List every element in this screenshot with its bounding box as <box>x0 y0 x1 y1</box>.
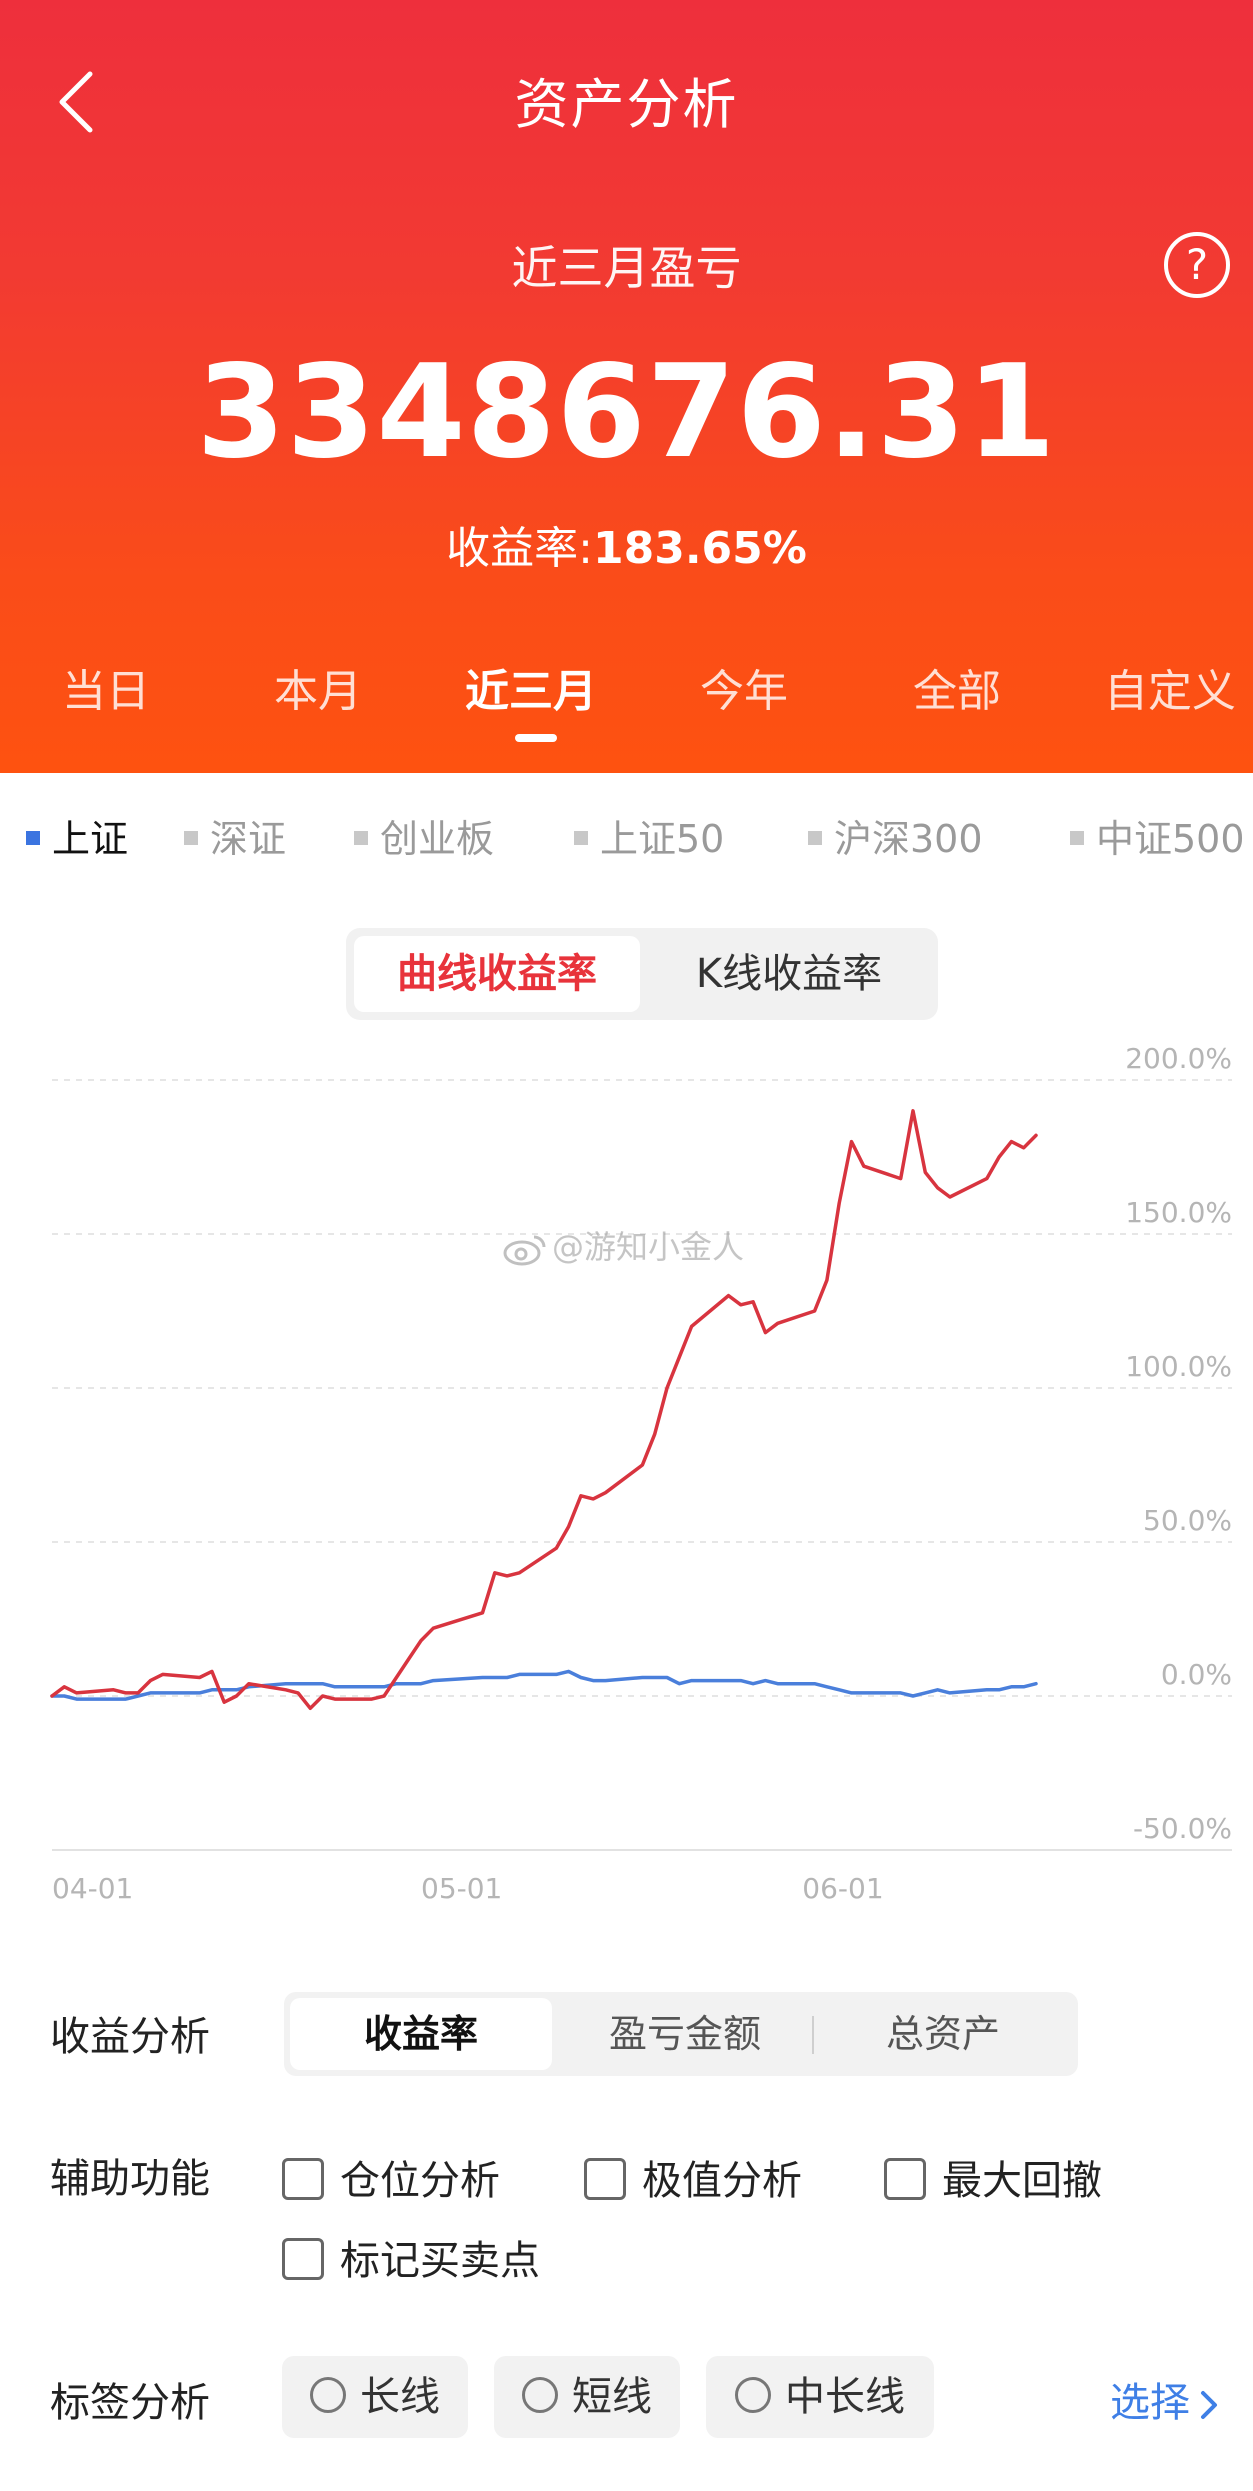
watermark-text: @游知小金人 <box>552 1228 745 1266</box>
x-tick-label: 05-01 <box>421 1872 502 1905</box>
pnl-value: 3348676.31 <box>196 338 1057 487</box>
tags-label: 标签分析 <box>50 2380 210 2426</box>
tag-label: 短线 <box>572 2374 652 2420</box>
legend-swatch <box>808 830 822 845</box>
index-label: 深证 <box>210 817 287 861</box>
portfolio-return-line <box>50 1109 1038 1711</box>
analysis-option-pnl[interactable]: 盈亏金额 <box>556 1998 814 2070</box>
tag-long-term[interactable]: 长线 <box>282 2356 468 2438</box>
return-chart: 200.0% 150.0% 100.0% 50.0% 0.0% -50.0% 04-01 05… <box>0 1030 1253 1940</box>
analysis-label: 收益分析 <box>50 2014 210 2060</box>
checkbox-icon <box>884 2158 926 2200</box>
period-label: 近三月盈亏 <box>511 241 742 295</box>
weibo-icon <box>503 1235 546 1266</box>
return-value: 183.65% <box>592 523 807 574</box>
index-chinext[interactable]: 创业板 <box>354 808 494 863</box>
legend-swatch <box>1070 830 1084 845</box>
tab-this-month[interactable]: 本月 <box>228 655 408 719</box>
index-label: 上证50 <box>600 817 725 861</box>
return-chart-svg: 200.0% 150.0% 100.0% 50.0% 0.0% -50.0% 04-01 05… <box>50 1042 1232 1905</box>
checkbox-position-analysis[interactable]: 仓位分析 <box>282 2148 500 2204</box>
checkbox-trade-marks[interactable]: 标记买卖点 <box>282 2228 540 2284</box>
checkbox-label: 最大回撤 <box>942 2158 1102 2204</box>
legend-swatch <box>26 830 40 845</box>
index-shenzhen[interactable]: 深证 <box>184 808 286 863</box>
y-tick-label: 150.0% <box>1125 1196 1232 1229</box>
tab-today[interactable]: 当日 <box>16 655 196 719</box>
page-title: 资产分析 <box>514 73 739 136</box>
index-label: 中证500 <box>1096 817 1245 861</box>
divider <box>812 2016 814 2054</box>
aux-label: 辅助功能 <box>50 2156 210 2202</box>
return-label: 收益率: <box>446 523 593 574</box>
checkbox-icon <box>282 2238 324 2280</box>
y-tick-label: 100.0% <box>1125 1350 1232 1383</box>
index-label: 创业板 <box>380 817 495 861</box>
checkbox-icon <box>584 2158 626 2200</box>
analysis-toggle: 收益率 盈亏金额 总资产 <box>284 1992 1078 2076</box>
y-tick-label: 50.0% <box>1143 1504 1232 1537</box>
legend-swatch <box>184 830 198 845</box>
index-csi500[interactable]: 中证500 <box>1070 808 1245 863</box>
y-tick-label: 0.0% <box>1161 1658 1232 1691</box>
x-tick-label: 06-01 <box>802 1872 883 1905</box>
chart-mode-toggle: 曲线收益率 K线收益率 <box>346 928 938 1020</box>
legend-swatch <box>574 830 588 845</box>
checkbox-extreme-analysis[interactable]: 极值分析 <box>584 2148 802 2204</box>
checkbox-icon <box>282 2158 324 2200</box>
checkbox-label: 极值分析 <box>642 2158 802 2204</box>
index-label: 沪深300 <box>834 817 983 861</box>
index-sse50[interactable]: 上证50 <box>574 808 724 863</box>
index-shanghai[interactable]: 上证 <box>26 808 128 863</box>
tab-this-year[interactable]: 今年 <box>654 655 834 719</box>
checkbox-max-drawdown[interactable]: 最大回撤 <box>884 2148 1102 2204</box>
watermark: @游知小金人 <box>502 1222 744 1268</box>
tag-label: 中长线 <box>785 2374 905 2420</box>
tab-custom[interactable]: 自定义 <box>1080 655 1253 719</box>
checkbox-label: 仓位分析 <box>340 2158 500 2204</box>
chevron-right-icon <box>1201 2391 1217 2419</box>
y-tick-label: 200.0% <box>1125 1042 1232 1075</box>
x-tick-label: 04-01 <box>52 1872 133 1905</box>
tab-three-months[interactable]: 近三月 <box>441 655 621 719</box>
tab-indicator <box>515 734 557 742</box>
tag-mid-long-term[interactable]: 中长线 <box>706 2356 934 2438</box>
radio-icon <box>310 2377 346 2413</box>
tab-all[interactable]: 全部 <box>867 655 1047 719</box>
index-label: 上证 <box>52 817 129 861</box>
radio-icon <box>735 2377 771 2413</box>
header: 资产分析 ? 近三月盈亏 3348676.31 收益率:183.65% 当日 本… <box>0 0 1253 773</box>
select-link[interactable]: 选择 <box>1110 2370 1224 2428</box>
period-tabs: 当日 本月 近三月 今年 全部 自定义 <box>0 655 1253 735</box>
radio-icon <box>522 2377 558 2413</box>
y-tick-label: -50.0% <box>1133 1812 1232 1845</box>
tag-short-term[interactable]: 短线 <box>494 2356 680 2438</box>
analysis-option-total[interactable]: 总资产 <box>814 1998 1072 2070</box>
select-label: 选择 <box>1110 2380 1190 2426</box>
kline-return-button[interactable]: K线收益率 <box>646 936 932 1012</box>
return-rate: 收益率:183.65% <box>0 512 1253 576</box>
analysis-option-return[interactable]: 收益率 <box>290 1998 552 2070</box>
index-selector: 上证 深证 创业板 上证50 沪深300 中证500 <box>0 808 1253 868</box>
legend-swatch <box>354 830 368 845</box>
checkbox-label: 标记买卖点 <box>340 2238 540 2284</box>
curve-return-button[interactable]: 曲线收益率 <box>354 936 640 1012</box>
index-csi300[interactable]: 沪深300 <box>808 808 983 863</box>
tag-label: 长线 <box>360 2374 440 2420</box>
